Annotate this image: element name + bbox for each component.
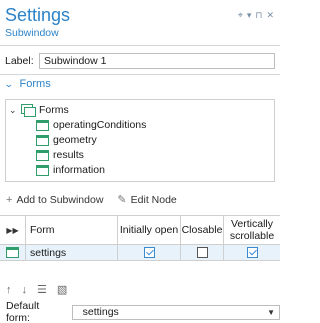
initially-open-checkbox[interactable] [143, 247, 155, 258]
table-header: ▶▶ Form Initially open Closable Vertical… [0, 216, 280, 245]
tree-node-label: geometry [53, 134, 97, 146]
pin-icon[interactable]: ⌖ [238, 11, 243, 20]
tree-node-label: information [53, 164, 105, 176]
initially-open-cell[interactable] [118, 245, 181, 260]
default-form-label: Default form: [6, 300, 40, 323]
divider [0, 74, 280, 75]
table-body: settings [0, 245, 280, 260]
forms-table: ▶▶ Form Initially open Closable Vertical… [0, 215, 280, 261]
plus-icon: + [6, 193, 13, 206]
list-icon[interactable]: ☰ [37, 283, 47, 296]
column-header-initially-open[interactable]: Initially open [118, 216, 181, 245]
closable-checkbox[interactable] [196, 247, 208, 258]
column-header-vertically-scrollable[interactable]: Vertically scrollable [224, 216, 280, 245]
default-form-row: Default form: settings ▼ [6, 300, 280, 323]
table-toolbar: ↑ ↓ ☰ ▧ [6, 283, 67, 297]
form-cell[interactable]: settings [26, 245, 118, 260]
clear-icon[interactable]: ▧ [57, 283, 67, 296]
move-up-icon[interactable]: ↑ [6, 284, 12, 296]
close-icon[interactable]: ✕ [266, 11, 274, 20]
tree-toolbar: + Add to Subwindow ✎ Edit Node [6, 193, 177, 207]
default-form-select[interactable]: settings ▼ [71, 304, 280, 320]
move-down-icon[interactable]: ↓ [22, 284, 28, 296]
tree-node-forms[interactable]: ⌄ Forms [9, 103, 69, 117]
forms-node-icon [21, 104, 36, 117]
form-node-icon [6, 247, 19, 258]
add-to-subwindow-label: Add to Subwindow [16, 193, 104, 206]
row-header-corner[interactable]: ▶▶ [0, 216, 26, 245]
tree-node-information[interactable]: information [36, 163, 105, 177]
page-title: Settings [5, 5, 71, 25]
form-node-icon [36, 119, 49, 131]
chevron-down-icon: ⌄ [3, 78, 14, 89]
edit-node-button[interactable]: ✎ Edit Node [117, 193, 177, 207]
tree-node-label: results [53, 149, 84, 161]
tree-node-results[interactable]: results [36, 148, 84, 162]
fast-forward-icon: ▶▶ [6, 225, 19, 235]
add-to-subwindow-button[interactable]: + Add to Subwindow [6, 194, 103, 206]
table-row[interactable]: settings [0, 245, 280, 260]
tree-node-geometry[interactable]: geometry [36, 133, 97, 147]
dropdown-icon[interactable]: ▾ [247, 11, 252, 20]
default-form-value: settings [82, 306, 119, 318]
label-input[interactable] [39, 53, 275, 69]
vertically-scrollable-cell[interactable] [224, 245, 280, 260]
column-header-closable[interactable]: Closable [181, 216, 224, 245]
closable-cell[interactable] [181, 245, 224, 260]
form-node-icon [36, 134, 49, 146]
header-tools: ⌖ ▾ ⊓ ✕ [238, 11, 274, 20]
page-subtitle: Subwindow [5, 27, 59, 39]
vertically-scrollable-checkbox[interactable] [246, 247, 258, 258]
tree-node-operatingconditions[interactable]: operatingConditions [36, 118, 146, 132]
forms-section-header[interactable]: ⌄ Forms [3, 78, 51, 90]
pushpin-icon[interactable]: ⊓ [255, 11, 262, 20]
form-node-icon [36, 164, 49, 176]
tree-node-label: Forms [39, 104, 69, 116]
column-header-form[interactable]: Form [26, 216, 118, 245]
form-node-icon [36, 149, 49, 161]
edit-node-label: Edit Node [130, 193, 177, 206]
tree-node-label: operatingConditions [53, 119, 147, 131]
section-title: Forms [19, 78, 51, 90]
chevron-down-icon: ▼ [267, 307, 275, 317]
row-header[interactable] [0, 245, 26, 260]
divider [0, 45, 280, 46]
edit-node-icon: ✎ [117, 194, 127, 206]
forms-tree[interactable]: ⌄ Forms operatingConditions geometry res… [5, 99, 275, 182]
collapse-icon[interactable]: ⌄ [9, 105, 17, 116]
label-field-label: Label: [5, 55, 34, 67]
label-row: Label: [5, 53, 275, 69]
